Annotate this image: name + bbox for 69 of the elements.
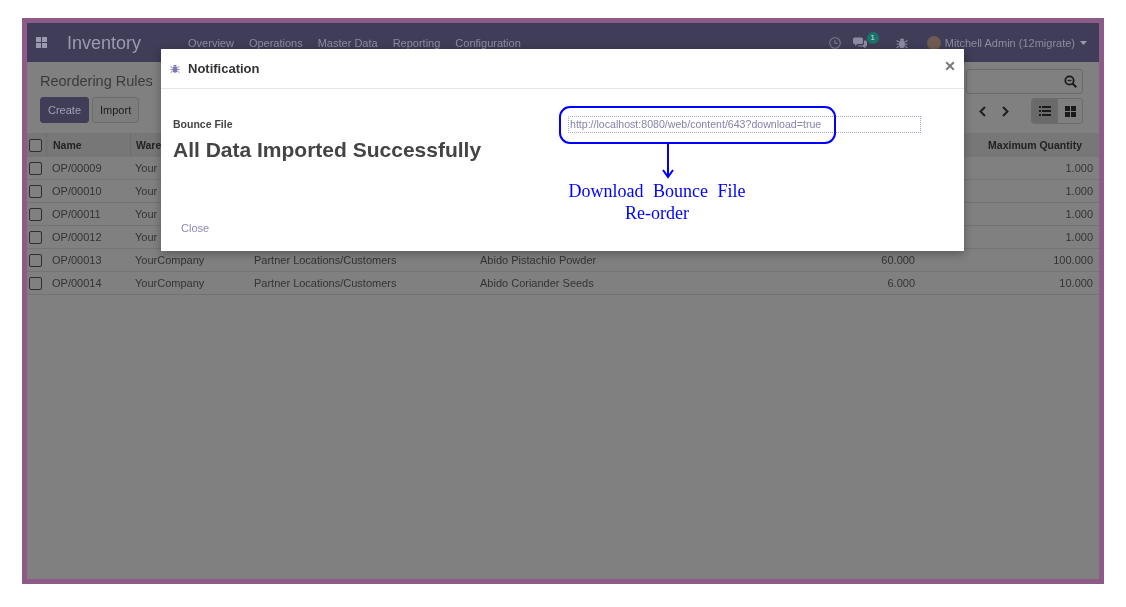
apps-grid-icon[interactable] [36, 37, 47, 48]
table-cell: OP/00014 [52, 276, 102, 290]
table-cell: 6.000 [887, 276, 915, 290]
checkbox[interactable] [29, 138, 42, 152]
dialog-title: Notification [188, 60, 260, 77]
table-cell: OP/00011 [52, 207, 101, 221]
table-cell: OP/00010 [52, 184, 102, 198]
table-cell: Partner Locations/Customers [254, 253, 397, 267]
table-cell: Abido Pistachio Powder [480, 253, 597, 267]
annotation-text: Re-order [625, 202, 689, 224]
table-cell: Your [135, 230, 158, 244]
column-header[interactable]: Maximum Quantity [988, 138, 1082, 152]
menu-item[interactable]: Overview [188, 35, 234, 50]
table-cell: 100.000 [1053, 253, 1093, 267]
close-icon[interactable] [945, 61, 955, 71]
menu-item[interactable]: Reporting [392, 35, 441, 50]
app-title: Inventory [67, 31, 142, 54]
avatar-icon[interactable] [926, 35, 941, 50]
checkbox[interactable] [29, 161, 42, 175]
checkbox[interactable] [29, 276, 42, 290]
column-header[interactable]: Ware [136, 138, 162, 152]
table-cell: OP/00009 [52, 161, 102, 175]
list-icon[interactable] [1038, 106, 1051, 116]
view-switch-button[interactable] [1032, 99, 1057, 123]
table-cell: Your [135, 161, 158, 175]
table-cell: YourCompany [135, 276, 205, 290]
table-cell: OP/00013 [52, 253, 102, 267]
action-button[interactable]: Create [40, 97, 90, 123]
menu-item[interactable]: Configuration [455, 35, 521, 50]
action-button[interactable]: Import [92, 97, 140, 123]
url-field[interactable]: http://localhost:8080/web/content/643?download=true [568, 116, 921, 133]
table-cell: 60.000 [881, 253, 915, 267]
table-cell: Partner Locations/Customers [254, 276, 397, 290]
table-cell: OP/00012 [52, 230, 102, 244]
breadcrumb: Reordering Rules [40, 72, 153, 91]
clock-icon[interactable] [828, 36, 841, 49]
field-label: Bounce File [173, 117, 233, 131]
annotation-arrow [661, 144, 675, 179]
grid-icon[interactable] [1064, 105, 1076, 117]
checkbox[interactable] [29, 207, 42, 221]
table-cell: 1.000 [1065, 184, 1093, 198]
table-cell: 10.000 [1059, 276, 1093, 290]
search-field[interactable] [966, 69, 1083, 94]
close-button[interactable]: Close [173, 217, 218, 239]
table-cell: Your [135, 184, 158, 198]
user-name[interactable]: Mitchell Admin (12migrate) [944, 35, 1075, 50]
status-message: All Data Imported Successfully [173, 138, 482, 162]
checkbox[interactable] [29, 184, 42, 198]
checkbox[interactable] [29, 230, 42, 244]
bug-icon[interactable] [895, 36, 908, 49]
view-switch-button[interactable] [1057, 99, 1082, 123]
column-header[interactable]: Name [53, 138, 82, 152]
search-icon[interactable] [1064, 75, 1077, 88]
caret-icon[interactable] [1080, 40, 1087, 45]
message-count-badge: 1 [866, 32, 879, 44]
chat-icon[interactable] [852, 36, 867, 49]
menu-item[interactable]: Master Data [317, 35, 378, 50]
table-cell: Your [135, 207, 158, 221]
menu-item[interactable]: Operations [248, 35, 303, 50]
chevron-right-icon[interactable] [1001, 105, 1009, 117]
bug-icon [170, 63, 180, 74]
chevron-left-icon[interactable] [978, 105, 986, 117]
annotation-text: Download Bounce File [568, 180, 746, 202]
table-cell: 1.000 [1065, 230, 1093, 244]
checkbox[interactable] [29, 253, 42, 267]
table-cell: 1.000 [1065, 207, 1093, 221]
table-cell: YourCompany [135, 253, 205, 267]
table-cell: Abido Coriander Seeds [480, 276, 594, 290]
table-cell: 1.000 [1065, 161, 1093, 175]
